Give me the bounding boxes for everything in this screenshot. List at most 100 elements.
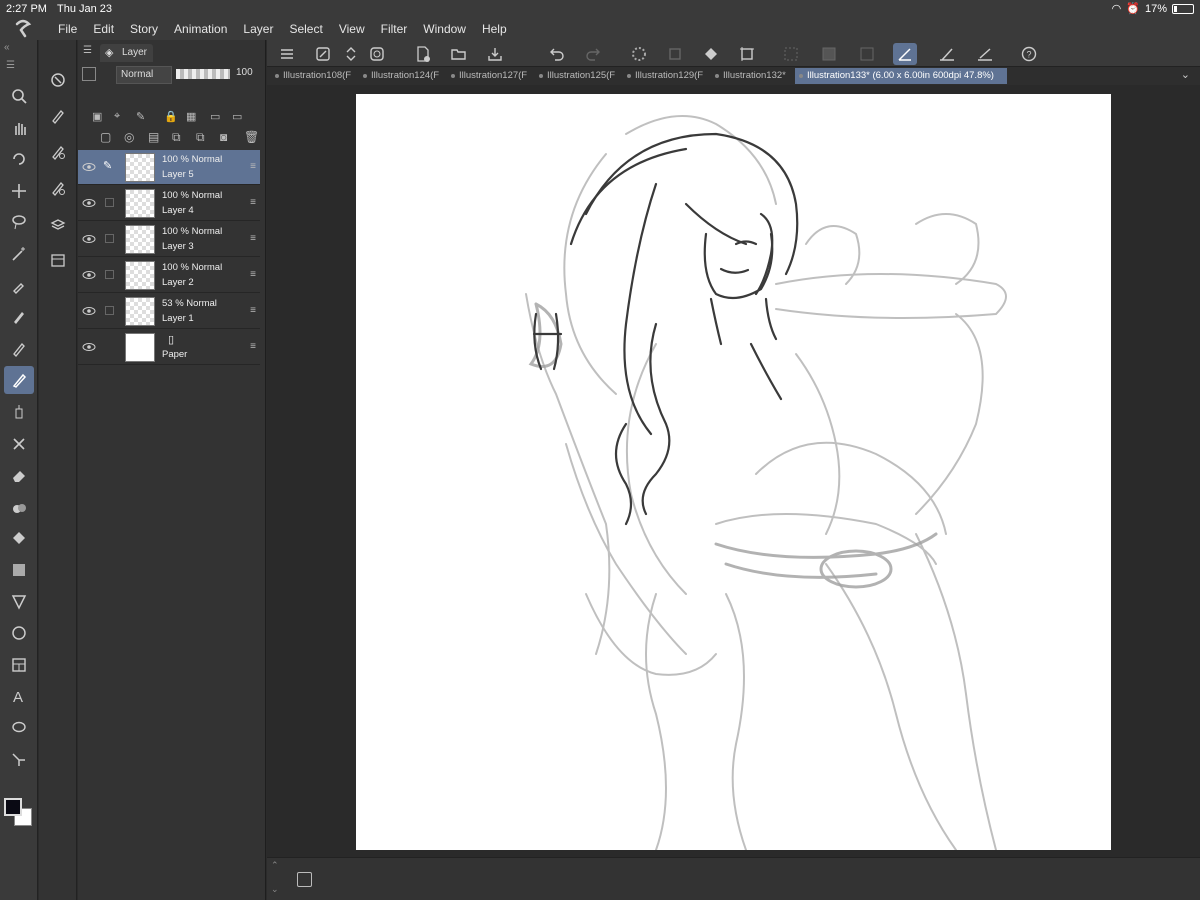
hand-icon[interactable] (4, 114, 34, 142)
layer-row[interactable]: 100 % Normal Layer 2 ≡ (78, 258, 260, 293)
new-canvas-icon[interactable] (411, 43, 435, 65)
layer-tab[interactable]: ◈ Layer (100, 44, 154, 62)
document-tab[interactable]: Illustration129(F (623, 68, 707, 84)
layer-row[interactable]: 53 % Normal Layer 1 ≡ (78, 294, 260, 329)
lock-transparent-icon[interactable]: ▦ (186, 110, 196, 123)
opacity-slider[interactable] (176, 69, 230, 79)
drawing-canvas[interactable] (356, 94, 1111, 851)
drag-handle-icon[interactable]: ≡ (250, 269, 256, 280)
document-tab[interactable]: Illustration125(F (535, 68, 619, 84)
sub-tool-pen-c-icon[interactable] (43, 174, 73, 202)
eye-icon[interactable] (82, 196, 96, 210)
layer-check[interactable] (105, 270, 114, 279)
open-icon[interactable] (447, 43, 471, 65)
drag-handle-icon[interactable]: ≡ (250, 233, 256, 244)
sub-tool-pen-a-icon[interactable] (43, 102, 73, 130)
layer-row[interactable]: 100 % Normal Layer 4 ≡ (78, 186, 260, 221)
opacity-value[interactable]: 100 (236, 67, 253, 78)
save-icon[interactable] (483, 43, 507, 65)
eye-icon[interactable] (82, 304, 96, 318)
tab-list-chevron-icon[interactable]: ⌄ (1181, 68, 1190, 81)
menu-help[interactable]: Help (474, 21, 515, 38)
document-tab[interactable]: Illustration132* (711, 68, 791, 84)
menu-filter[interactable]: Filter (373, 21, 416, 38)
draft-icon[interactable]: ✎ (136, 110, 145, 123)
foreground-color-swatch[interactable] (4, 798, 22, 816)
sub-tool-pen-b-icon[interactable] (43, 138, 73, 166)
layer-row[interactable]: ✎ 100 % Normal Layer 5 ≡ (78, 150, 260, 185)
blend-icon[interactable] (4, 493, 34, 521)
drag-handle-icon[interactable]: ≡ (250, 341, 256, 352)
eye-icon[interactable] (82, 340, 96, 354)
sub-tool-settings-icon[interactable] (43, 66, 73, 94)
stabilization-pen-icon[interactable] (893, 43, 917, 65)
menu-view[interactable]: View (331, 21, 373, 38)
document-tab[interactable]: Illustration127(F (447, 68, 531, 84)
selection-border-icon[interactable] (855, 43, 879, 65)
loading-icon[interactable] (627, 43, 651, 65)
edge-keyboard-icon[interactable] (365, 43, 389, 65)
expand-up-icon[interactable]: ⌃ (271, 860, 279, 871)
menu-animation[interactable]: Animation (166, 21, 235, 38)
eraser-icon[interactable] (4, 461, 34, 489)
collapse-left-icon[interactable]: « (4, 42, 10, 53)
frame-icon[interactable] (4, 651, 34, 679)
eye-icon[interactable] (82, 268, 96, 282)
magic-wand-icon[interactable] (4, 240, 34, 268)
fill-icon[interactable] (4, 524, 34, 552)
layer-mask-icon[interactable]: ◙ (220, 130, 227, 144)
layer-check[interactable] (105, 234, 114, 243)
arrows-updown-icon[interactable] (339, 43, 363, 65)
material-icon[interactable] (43, 246, 73, 274)
menu-edit[interactable]: Edit (85, 21, 122, 38)
reference-icon[interactable]: ⌖ (114, 110, 120, 123)
document-tab[interactable]: Illustration124(F (359, 68, 443, 84)
help-icon[interactable]: ? (1017, 43, 1041, 65)
brush-icon[interactable] (4, 366, 34, 395)
document-tab[interactable]: Illustration133* (6.00 x 6.00in 600dpi 4… (795, 68, 1007, 84)
airbrush-icon[interactable] (4, 398, 34, 426)
panel-menu-small-icon[interactable]: ☰ (6, 60, 15, 71)
transfer-down-icon[interactable]: ⧉ (172, 130, 181, 145)
color-swatch[interactable] (4, 798, 34, 828)
brush-size-icon[interactable] (935, 43, 959, 65)
canvas-area[interactable] (267, 85, 1200, 857)
lasso-icon[interactable] (4, 208, 34, 236)
new-folder-icon[interactable]: ▤ (148, 130, 159, 144)
pencil-icon[interactable] (4, 335, 34, 363)
text-icon[interactable]: A (4, 682, 34, 710)
menu-icon[interactable] (275, 43, 299, 65)
expand-down-icon[interactable]: ⌄ (271, 884, 279, 895)
rotate-icon[interactable] (4, 145, 34, 173)
undo-icon[interactable] (545, 43, 569, 65)
drag-handle-icon[interactable]: ≡ (250, 161, 256, 172)
lock-icon[interactable]: 🔒 (164, 110, 178, 123)
blend-mode-select[interactable]: Normal (116, 66, 172, 84)
decoration-icon[interactable] (4, 430, 34, 458)
clip-icon[interactable]: ▣ (92, 110, 102, 123)
app-logo-icon[interactable] (12, 18, 34, 38)
move-icon[interactable] (4, 177, 34, 205)
eye-icon[interactable] (82, 232, 96, 246)
fill-bucket-icon[interactable] (699, 43, 723, 65)
menu-file[interactable]: File (50, 21, 85, 38)
panel-menu-icon[interactable]: ☰ (83, 45, 92, 56)
transform-icon[interactable] (735, 43, 759, 65)
redo-icon[interactable] (581, 43, 605, 65)
document-tab[interactable]: Illustration108(F (271, 68, 355, 84)
deselect-icon[interactable] (779, 43, 803, 65)
delete-layer-icon[interactable]: 🗑 (244, 130, 259, 144)
balloon-icon[interactable] (4, 714, 34, 742)
layer-property-icon[interactable] (43, 210, 73, 238)
ruler-icon[interactable]: ▭ (232, 110, 242, 123)
pen-icon[interactable] (4, 303, 34, 331)
clear-icon[interactable] (663, 43, 687, 65)
layer-color-swatch[interactable] (82, 67, 96, 81)
eye-icon[interactable] (82, 160, 96, 174)
new-vector-layer-icon[interactable]: ◎ (124, 130, 134, 144)
menu-select[interactable]: Select (281, 21, 330, 38)
menu-window[interactable]: Window (415, 21, 474, 38)
zoom-icon[interactable] (4, 82, 34, 110)
layer-check[interactable] (105, 306, 114, 315)
menu-story[interactable]: Story (122, 21, 166, 38)
